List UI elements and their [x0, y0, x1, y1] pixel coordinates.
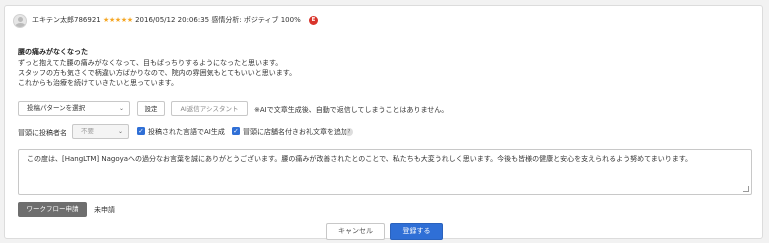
sentiment-analysis: 感情分析: ポジティブ 100%	[211, 16, 301, 24]
signature-select[interactable]: 不要 ⌄	[72, 124, 129, 139]
reply-textarea[interactable]: この度は、[HangLTM] Nagoyaへの過分なお言葉を誠にありがとうござい…	[18, 149, 752, 195]
help-icon[interactable]: ?	[345, 128, 353, 136]
store-name-label: 冒頭に店舗名付きお礼文章を追加	[243, 128, 348, 136]
reviewer-name: エキテン太郎786921	[32, 16, 101, 24]
cancel-button[interactable]: キャンセル	[326, 223, 385, 240]
reply-text: この度は、[HangLTM] Nagoyaへの過分なお言葉を誠にありがとうござい…	[27, 155, 693, 163]
avatar	[13, 14, 27, 28]
review-title: 腰の痛みがなくなった	[18, 48, 88, 56]
signature-label: 冒頭に投稿者名	[18, 129, 67, 137]
review-body-line: これからも治療を続けていきたいと思っています。	[18, 79, 178, 87]
ai-language-label: 投稿された言語でAI生成	[148, 128, 225, 136]
workflow-status: 未申請	[94, 206, 115, 214]
post-pattern-select[interactable]: 投稿パターンを選択 ⌄	[18, 101, 130, 116]
ai-note: ※AIで文章生成後、自動で返信してしまうことはありません。	[254, 106, 449, 114]
settings-button[interactable]: 設定	[137, 101, 165, 116]
rating-stars: ★★★★★	[102, 16, 133, 24]
chevron-down-icon: ⌄	[117, 128, 123, 135]
resize-handle-icon[interactable]	[743, 186, 749, 192]
ai-assistant-button[interactable]: AI返信アシスタント	[171, 101, 248, 116]
chevron-down-icon: ⌄	[118, 105, 124, 112]
submit-button[interactable]: 登録する	[390, 223, 443, 240]
signature-value: 不要	[81, 127, 94, 135]
workflow-request-button[interactable]: ワークフロー申請	[18, 202, 87, 217]
review-body-line: ずっと抱えてた腰の痛みがなくなって、目もぱっちりするようになったと思います。	[18, 59, 283, 67]
review-meta: エキテン太郎786921 ★★★★★ 2016/05/12 20:06:35 感…	[32, 15, 301, 26]
post-pattern-value: 投稿パターンを選択	[27, 104, 86, 112]
ai-language-checkbox[interactable]: ✓	[137, 127, 145, 135]
review-date: 2016/05/12 20:06:35	[135, 16, 210, 24]
store-name-checkbox[interactable]: ✓	[232, 127, 240, 135]
review-body-line: スタッフの方も気さくで柄違い方ばかりなので、院内の雰囲気もとてもいいと思います。	[18, 69, 297, 77]
language-badge-icon: E	[309, 16, 318, 25]
review-card: エキテン太郎786921 ★★★★★ 2016/05/12 20:06:35 感…	[4, 5, 763, 240]
